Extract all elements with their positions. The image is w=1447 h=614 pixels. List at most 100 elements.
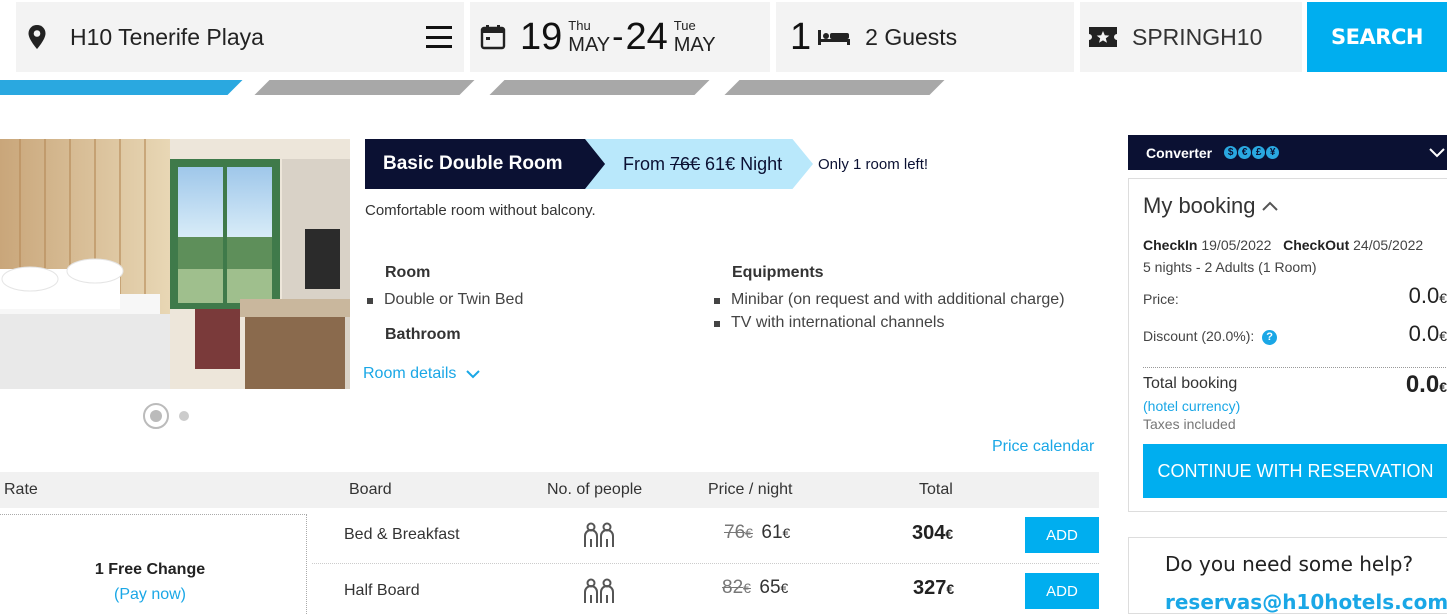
currency-symbol: € [1238,146,1252,159]
total-booking-value: 0.0 [1405,371,1440,398]
search-bar: H10 Tenerife Playa 19 Thu MAY - 24 Tue M… [0,0,1447,80]
room-description: Comfortable room without balcony. [365,202,596,219]
discount-row: Discount (20.0%): ? [1143,328,1278,345]
total-booking-label: Total booking [1143,375,1238,392]
my-booking-toggle[interactable]: My booking [1143,193,1278,219]
equipment-heading: Equipments [732,264,824,281]
date-selector[interactable]: 19 Thu MAY - 24 Tue MAY [470,2,770,72]
chevron-down-icon [466,370,481,379]
price-amount: 0.0€ [1409,283,1447,309]
carousel-dot-active[interactable] [143,403,169,429]
currency-symbols-icon: $ € £ ¥ [1224,146,1280,159]
bathroom-heading: Bathroom [385,326,461,343]
currency-converter[interactable]: Converter $ € £ ¥ [1128,135,1447,170]
help-panel: Do you need some help? reservas@h10hotel… [1128,537,1447,614]
carousel-dot[interactable] [179,411,189,421]
checkout-label: Tue MAY [674,19,716,55]
discount-currency: € [1439,328,1447,344]
ticket-star-icon [1089,27,1117,47]
promo-code-field[interactable]: SPRINGH10 [1080,2,1302,72]
availability-text: Only 1 room left! [818,156,929,173]
row-total: 327€ [913,577,954,600]
total-value: 327 [913,577,947,599]
checkin-weekday: Thu [568,18,591,33]
discount-amount: 0.0€ [1409,321,1447,347]
search-button[interactable]: SEARCH [1307,2,1447,72]
add-button[interactable]: ADD [1025,517,1099,553]
my-booking-panel: My booking CheckIn 19/05/2022 CheckOut 2… [1128,178,1447,512]
new-price: 61 [761,522,783,543]
row-price: 82€ 65€ [722,577,788,599]
currency-symbol: $ [1224,146,1238,159]
rate-table-header: Rate Board No. of people Price / night T… [0,472,1099,508]
discount-value: 0.0 [1408,321,1440,346]
row-divider [312,563,1099,564]
new-price-currency: € [780,580,789,596]
room-title: Basic Double Room [365,139,625,189]
two-people-icon [584,578,614,603]
old-price-currency: € [745,525,753,541]
guests-label: 2 Guests [865,23,958,50]
price-prefix: From [623,153,665,174]
booking-summary: 5 nights - 2 Adults (1 Room) [1143,259,1317,275]
rate-name: 1 Free Change [94,561,206,578]
checkout-label: CheckOut [1283,237,1350,253]
old-price: 82 [722,577,744,598]
col-price: Price / night [708,481,793,498]
location-pin-icon [28,25,46,49]
continue-reservation-button[interactable]: CONTINUE WITH RESERVATION [1143,444,1447,498]
guests-selector[interactable]: 1 2 Guests [776,2,1074,72]
discount-label: Discount (20.0%): [1143,328,1255,344]
total-booking-currency: € [1439,379,1447,395]
step-3 [489,80,710,95]
checkout-weekday: Tue [673,18,696,33]
checkout-date: 24/05/2022 [1353,237,1424,253]
equipment-item: Minibar (on request and with additional … [714,288,1074,311]
help-title: Do you need some help? [1165,552,1414,576]
two-people-icon [584,522,614,547]
col-board: Board [349,481,392,498]
room-photo[interactable] [0,139,350,389]
total-value: 304 [912,522,946,544]
room-new-price: 61€ [705,153,736,174]
hotel-name: H10 Tenerife Playa [70,23,264,50]
taxes-note: Taxes included [1143,416,1236,432]
board-half-board: Half Board [344,582,420,599]
booking-dates: CheckIn 19/05/2022 CheckOut 24/05/2022 [1143,237,1423,253]
row-total: 304€ [912,522,953,545]
calendar-icon [480,25,506,50]
row-price: 76€ 61€ [724,522,790,544]
room-details-label: Room details [363,365,457,382]
my-booking-title: My booking [1143,193,1256,218]
add-button[interactable]: ADD [1025,573,1099,609]
checkin-date: 19/05/2022 [1201,237,1272,253]
room-photo-illustration [0,139,350,389]
total-currency: € [946,581,955,597]
checkin-label: Thu MAY [568,19,610,55]
menu-icon[interactable] [426,26,452,48]
room-features-list: Double or Twin Bed [367,288,523,311]
chevron-up-icon [1261,201,1278,211]
price-value: 0.0 [1408,283,1440,308]
board-bed-breakfast: Bed & Breakfast [344,526,460,543]
promo-code-value: SPRINGH10 [1132,23,1263,50]
price-currency: € [1439,290,1447,306]
date-separator: - [612,17,624,56]
checkout-month: MAY [673,34,716,56]
old-price: 76 [724,522,746,543]
room-feature: Double or Twin Bed [367,288,523,311]
price-calendar-link[interactable]: Price calendar [992,438,1094,456]
hotel-currency-note: (hotel currency) [1143,398,1241,414]
equipment-item: TV with international channels [714,311,1074,334]
help-question-icon[interactable]: ? [1262,329,1278,345]
room-old-price: 76€ [670,153,701,174]
hotel-selector[interactable]: H10 Tenerife Playa [16,2,464,72]
help-email-link[interactable]: reservas@h10hotels.com [1165,590,1447,614]
rate-payment: (Pay now) [113,586,187,603]
total-currency: € [945,526,954,542]
checkin-month: MAY [568,34,611,56]
col-people: No. of people [547,481,643,498]
old-price-currency: € [743,580,751,596]
checkin-day: 19 [520,15,563,58]
room-details-link[interactable]: Room details [363,365,481,383]
